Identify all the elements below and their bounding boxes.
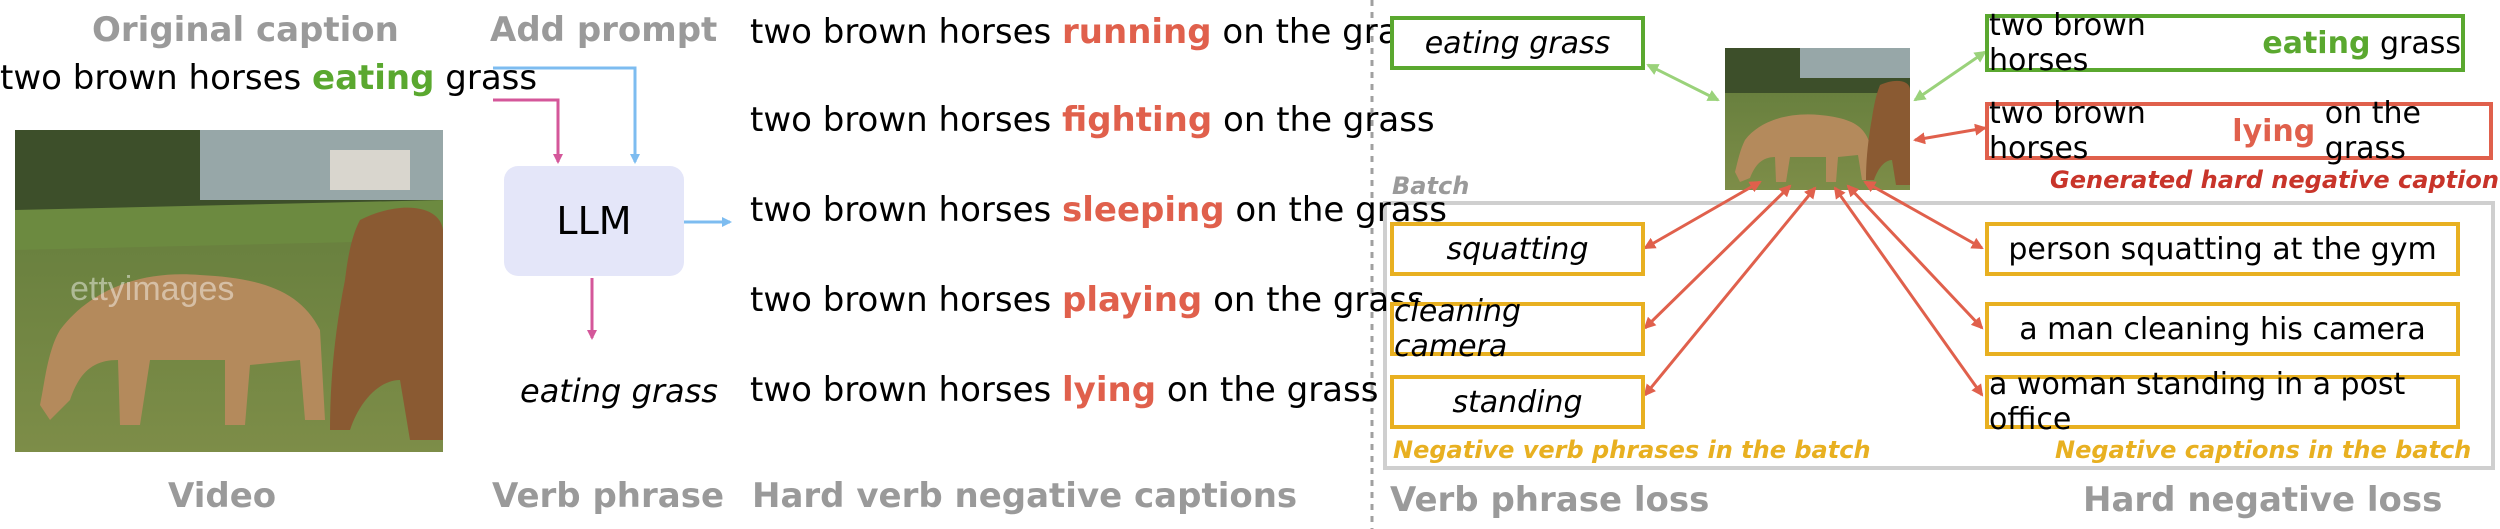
hard-negatives-title: Hard verb negative captions <box>752 476 1298 516</box>
verb-phrase-positive-arrow <box>1646 63 1720 102</box>
batch-caption-box: a man cleaning his camera <box>1985 302 2460 356</box>
original-caption: two brown horses eating grass <box>0 58 537 98</box>
negative-verb: lying <box>1062 370 1157 410</box>
prompt-to-llm-arrow <box>493 98 563 164</box>
verb-phrase-box: eating grass <box>1390 16 1645 70</box>
caption-prefix: two brown horses <box>0 58 302 98</box>
original-caption-title: Original caption <box>92 10 399 50</box>
llm-box: LLM <box>504 166 684 276</box>
batch-caption-box: a woman standing in a post office <box>1985 367 2460 437</box>
caption-suffix: grass <box>2379 25 2461 61</box>
negative-prefix: two brown horses <box>750 100 1052 140</box>
caption-prefix: two brown horses <box>1989 96 2146 166</box>
batch-verb-note: Negative verb phrases in the batch <box>1393 436 1871 464</box>
negative-verb: running <box>1062 12 1212 52</box>
negative-prefix: two brown horses <box>750 280 1052 320</box>
negative-suffix: on the grass <box>1223 100 1435 140</box>
verb-phrase-loss-title: Verb phrase loss <box>1390 480 1710 520</box>
batch-caption-note: Negative captions in the batch <box>2055 436 2472 464</box>
batch-verb-arrow-3 <box>1643 186 1817 397</box>
batch-verb-box: squatting <box>1390 222 1645 276</box>
negative-verb: sleeping <box>1062 190 1225 230</box>
add-prompt-title: Add prompt <box>490 10 718 50</box>
negative-caption: two brown horses fighting on the grass <box>750 100 1435 140</box>
hard-negative-caption-box: two brown horses lying on the grass <box>1985 96 2493 166</box>
batch-caption-arrow-3 <box>1833 186 1984 397</box>
caption-verb: eating <box>2262 25 2371 61</box>
negative-verb: fighting <box>1062 100 1213 140</box>
positive-caption-box: two brown horses eating grass <box>1985 8 2465 78</box>
batch-caption-arrow-2 <box>1846 184 1984 330</box>
batch-caption-box: person squatting at the gym <box>1985 222 2460 276</box>
caption-suffix: on the grass <box>2324 96 2421 166</box>
hard-negative-loss-title: Hard negative loss <box>2083 480 2443 520</box>
caption-suffix: grass <box>445 58 538 98</box>
batch-verb-box: standing <box>1390 375 1645 429</box>
diagram-stage: ettyimages Original caption two brown ho… <box>0 0 2500 529</box>
video-frame: ettyimages <box>15 130 443 452</box>
negative-verb: playing <box>1062 280 1203 320</box>
batch-verb-box: cleaning camera <box>1390 294 1645 364</box>
caption-verb: eating <box>312 58 435 98</box>
negative-caption: two brown horses lying on the grass <box>750 370 1378 410</box>
verb-phrase-title: Verb phrase <box>492 476 725 516</box>
video-thumbnail <box>1725 48 1910 190</box>
video-title: Video <box>168 476 277 516</box>
negative-caption: two brown horses running on the grass <box>750 12 1434 52</box>
negative-suffix: on the grass <box>1166 370 1379 410</box>
caption-positive-arrow <box>1913 50 1987 102</box>
caption-prefix: two brown horses <box>1989 8 2146 78</box>
batch-caption-arrow-1 <box>1863 180 1984 250</box>
video-watermark: ettyimages <box>70 270 234 308</box>
caption-verb: lying <box>2232 113 2316 149</box>
batch-verb-arrow-1 <box>1643 180 1762 250</box>
hard-negative-arrow <box>1913 123 1987 145</box>
negative-prefix: two brown horses <box>750 190 1052 230</box>
negative-caption: two brown horses sleeping on the grass <box>750 190 1447 230</box>
hard-negative-note: Generated hard negative caption <box>2050 166 2499 194</box>
verb-phrase-output: eating grass <box>520 372 718 410</box>
negative-prefix: two brown horses <box>750 12 1052 52</box>
negative-caption: two brown horses playing on the grass <box>750 280 1425 320</box>
negative-prefix: two brown horses <box>750 370 1052 410</box>
batch-label: Batch <box>1392 172 1470 200</box>
